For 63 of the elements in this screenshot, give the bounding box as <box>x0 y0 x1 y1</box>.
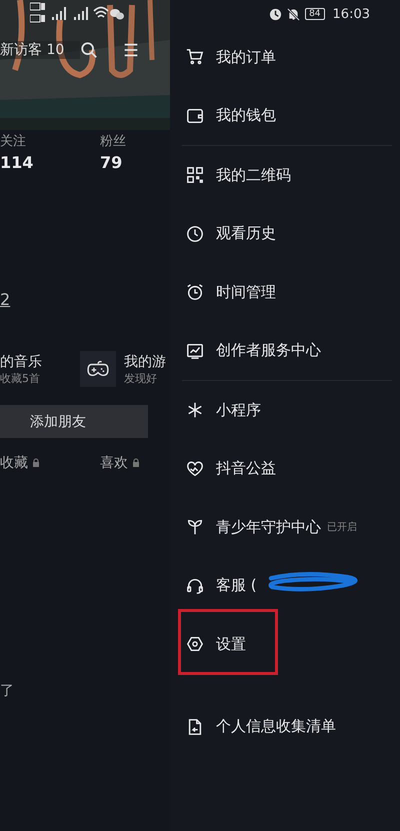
headset-icon <box>186 576 204 595</box>
drawer-item[interactable]: 小程序 <box>186 381 400 440</box>
drawer-item-label: 观看历史 <box>216 224 276 244</box>
clock-icon <box>186 224 204 243</box>
search-icon[interactable] <box>80 41 98 59</box>
clock-time: 16:03 <box>332 6 370 22</box>
status-text: 已开启 <box>327 520 357 534</box>
alarm-status-icon <box>269 8 282 20</box>
wallet-icon <box>186 106 204 125</box>
qr-icon <box>186 166 204 184</box>
drawer-item[interactable]: 抖音公益 <box>186 440 400 498</box>
add-friend-button[interactable]: 添加朋友 <box>0 405 148 438</box>
heart-icon <box>186 460 204 478</box>
drawer-item[interactable]: 我的钱包 <box>186 86 400 145</box>
profile-tab[interactable]: 收藏 <box>0 454 28 472</box>
drawer-item[interactable]: 青少年守护中心 已开启 <box>186 498 400 556</box>
signal-icon <box>74 7 88 20</box>
drawer-item[interactable]: 创作者服务中心 <box>186 322 400 380</box>
gear-icon <box>186 635 204 654</box>
visitor-count[interactable]: 新访客 10 <box>0 41 80 59</box>
drawer-item-label: 小程序 <box>216 400 261 420</box>
shortcut-subtitle: 发现好 <box>124 370 158 386</box>
drawer-item[interactable]: 我的订单 <box>186 28 400 86</box>
shortcut-title[interactable]: 我的游 <box>124 352 166 370</box>
doc-icon <box>186 718 204 736</box>
drawer-item[interactable]: 观看历史 <box>186 204 400 263</box>
drawer-item[interactable]: 客服 ( <box>186 556 400 615</box>
chat-bubbles-icon <box>110 9 124 20</box>
alarm-icon <box>186 283 204 302</box>
chart-icon <box>186 342 204 360</box>
profile-tab[interactable]: 喜欢 <box>100 454 128 472</box>
stat-value: 79 <box>100 153 124 172</box>
drawer-item[interactable]: 时间管理 <box>186 263 400 322</box>
drawer-item[interactable]: 我的二维码 <box>186 146 400 204</box>
drawer-item[interactable]: 个人信息收集清单 <box>186 698 400 756</box>
stat-label: 粉丝 <box>100 133 127 150</box>
drawer-item-label: 客服 ( <box>216 576 257 596</box>
stat-label: 关注 <box>0 133 27 150</box>
shortcut-subtitle: 收藏5首 <box>0 370 41 386</box>
gamepad-icon[interactable] <box>80 351 116 387</box>
drawer-item-label: 设置 <box>216 634 246 654</box>
muted-bell-icon <box>287 8 300 20</box>
sprout-icon <box>186 518 204 536</box>
drawer-item-label: 我的订单 <box>216 48 276 67</box>
name-text: 2 <box>0 290 10 309</box>
drawer-item-label: 抖音公益 <box>216 459 276 478</box>
cart-icon <box>186 48 204 66</box>
wifi-icon <box>93 6 109 18</box>
stat-value: 114 <box>0 153 34 172</box>
menu-icon[interactable] <box>122 41 140 59</box>
drawer-item-label: 个人信息收集清单 <box>216 717 336 736</box>
sim-card-icon <box>30 2 45 22</box>
signal-icon <box>52 7 66 20</box>
drawer-item-label: 时间管理 <box>216 282 276 302</box>
empty-text: 了 <box>0 682 14 700</box>
drawer-item-label: 我的钱包 <box>216 106 276 126</box>
drawer-item-label: 青少年守护中心 <box>216 518 321 537</box>
drawer-item-label: 我的二维码 <box>216 166 291 185</box>
battery-level: 84 <box>305 8 325 20</box>
shortcut-title[interactable]: 的音乐 <box>0 352 42 370</box>
asterisk-icon <box>186 401 204 420</box>
drawer-item-label: 创作者服务中心 <box>216 341 321 360</box>
drawer-item[interactable]: 设置 <box>186 615 400 674</box>
